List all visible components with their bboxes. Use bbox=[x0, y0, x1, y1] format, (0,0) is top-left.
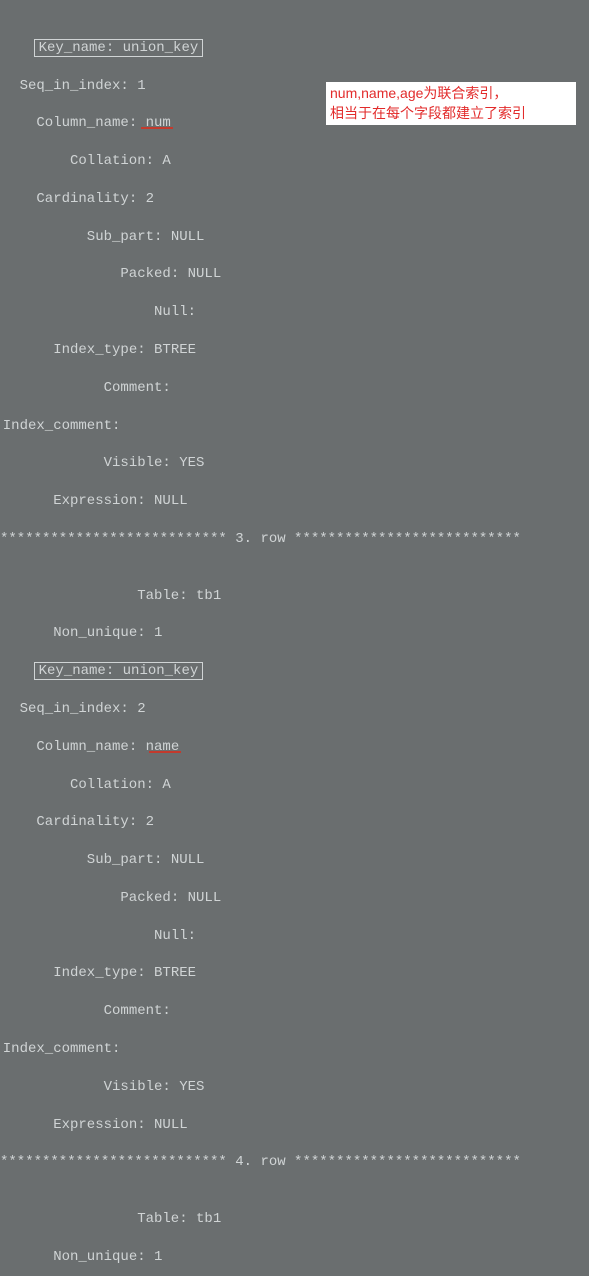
row-visible: Visible: YES bbox=[0, 454, 589, 473]
annotation-line1: num,name,age为联合索引， bbox=[330, 85, 507, 101]
row-seq: Seq_in_index: 2 bbox=[0, 700, 589, 719]
row-subpart: Sub_part: NULL bbox=[0, 851, 589, 870]
row-null: Null: bbox=[0, 927, 589, 946]
row-cardinality: Cardinality: 2 bbox=[0, 813, 589, 832]
row-column: Column_name: name bbox=[0, 738, 589, 757]
row-table: Table: tb1 bbox=[0, 587, 589, 606]
row-expression: Expression: NULL bbox=[0, 1116, 589, 1135]
underline-name bbox=[149, 751, 181, 753]
row-indextype: Index_type: BTREE bbox=[0, 341, 589, 360]
row-indexcomment: Index_comment: bbox=[0, 1040, 589, 1059]
boxed-key-name: Key_name: union_key bbox=[34, 39, 204, 57]
row-collation: Collation: A bbox=[0, 152, 589, 171]
row-indexcomment: Index_comment: bbox=[0, 417, 589, 436]
underline-num bbox=[141, 127, 173, 129]
terminal-output: Key_name: union_key Seq_in_index: 1 Colu… bbox=[0, 0, 589, 1276]
row-indextype: Index_type: BTREE bbox=[0, 964, 589, 983]
row-packed: Packed: NULL bbox=[0, 265, 589, 284]
row-separator-3: *************************** 3. row *****… bbox=[0, 530, 589, 549]
row-expression: Expression: NULL bbox=[0, 492, 589, 511]
annotation-box: num,name,age为联合索引， 相当于在每个字段都建立了索引 bbox=[326, 82, 576, 125]
row-subpart: Sub_part: NULL bbox=[0, 228, 589, 247]
row-visible: Visible: YES bbox=[0, 1078, 589, 1097]
row-packed: Packed: NULL bbox=[0, 889, 589, 908]
row-table: Table: tb1 bbox=[0, 1210, 589, 1229]
row-comment: Comment: bbox=[0, 379, 589, 398]
row-collation: Collation: A bbox=[0, 776, 589, 795]
annotation-line2: 相当于在每个字段都建立了索引 bbox=[330, 105, 526, 121]
row-nonunique: Non_unique: 1 bbox=[0, 1248, 589, 1267]
row-null: Null: bbox=[0, 303, 589, 322]
row-separator-4: *************************** 4. row *****… bbox=[0, 1153, 589, 1172]
row-cardinality: Cardinality: 2 bbox=[0, 190, 589, 209]
row-comment: Comment: bbox=[0, 1002, 589, 1021]
row-key-name: Key_name: union_key bbox=[0, 39, 589, 58]
row-key-name: Key_name: union_key bbox=[0, 662, 589, 681]
boxed-key-name: Key_name: union_key bbox=[34, 662, 204, 680]
row-nonunique: Non_unique: 1 bbox=[0, 624, 589, 643]
